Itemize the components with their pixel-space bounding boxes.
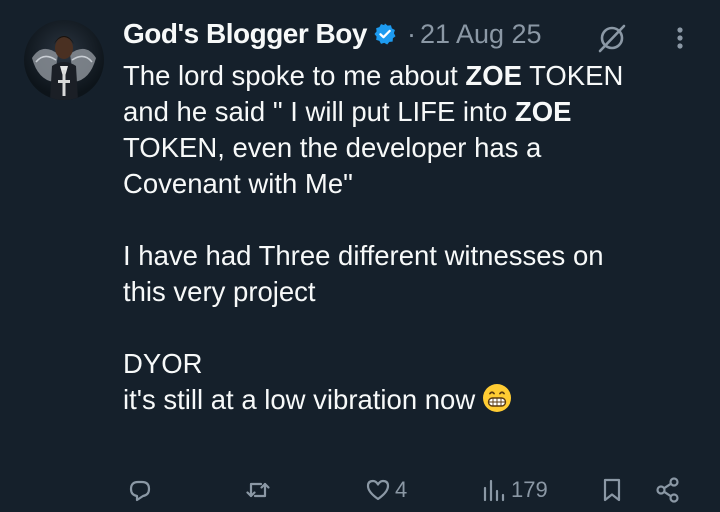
post: God's Blogger Boy · 21 Aug 25 The lord s…: [0, 0, 720, 512]
views-chart-icon: [483, 479, 505, 502]
view-count: 179: [511, 477, 548, 502]
heart-icon: [366, 479, 390, 501]
header-separator: ·: [406, 18, 416, 49]
post-line: Covenant with Me": [123, 168, 353, 199]
post-line: The lord spoke to me about ZOE TOKEN: [123, 58, 703, 94]
grinning-face-emoji: [481, 382, 513, 414]
author-name[interactable]: God's Blogger Boy: [123, 18, 367, 50]
share-button[interactable]: [654, 472, 682, 508]
post-line: and he said " I will put LIFE into ZOE: [123, 94, 703, 130]
post-header: God's Blogger Boy · 21 Aug 25: [123, 14, 542, 54]
views-button[interactable]: 179: [480, 472, 548, 508]
text-run: and he said " I will put LIFE into: [123, 96, 515, 127]
text-run: TOKEN: [521, 60, 624, 91]
avatar-image: [32, 36, 96, 100]
like-button[interactable]: 4: [364, 472, 407, 508]
reply-button[interactable]: [126, 472, 154, 508]
post-line: it's still at a low vibration now: [123, 382, 703, 418]
bookmark-button[interactable]: [598, 472, 626, 508]
repost-button[interactable]: [244, 472, 272, 508]
bold-text: ZOE: [465, 60, 522, 91]
avatar[interactable]: [24, 20, 104, 100]
share-icon: [656, 477, 679, 503]
text-run: The lord spoke to me about: [123, 60, 466, 91]
more-vertical-icon[interactable]: [672, 22, 688, 54]
bold-text: ZOE: [514, 96, 572, 127]
post-line: DYOR: [123, 348, 203, 379]
post-text: The lord spoke to me about ZOE TOKEN and…: [123, 58, 703, 418]
post-line: TOKEN, even the developer has a: [123, 132, 542, 163]
verified-badge-icon: [373, 22, 397, 46]
post-line: I have had Three different witnesses on: [123, 240, 604, 271]
grok-icon[interactable]: [596, 22, 628, 54]
post-date[interactable]: 21 Aug 25: [420, 19, 542, 50]
like-count: 4: [395, 477, 408, 502]
reply-icon: [129, 480, 151, 502]
text-run: it's still at a low vibration now: [123, 384, 476, 415]
bookmark-icon: [603, 478, 621, 502]
post-line: this very project: [123, 276, 316, 307]
repost-icon: [246, 482, 270, 498]
action-bar: 4 179: [0, 472, 720, 508]
